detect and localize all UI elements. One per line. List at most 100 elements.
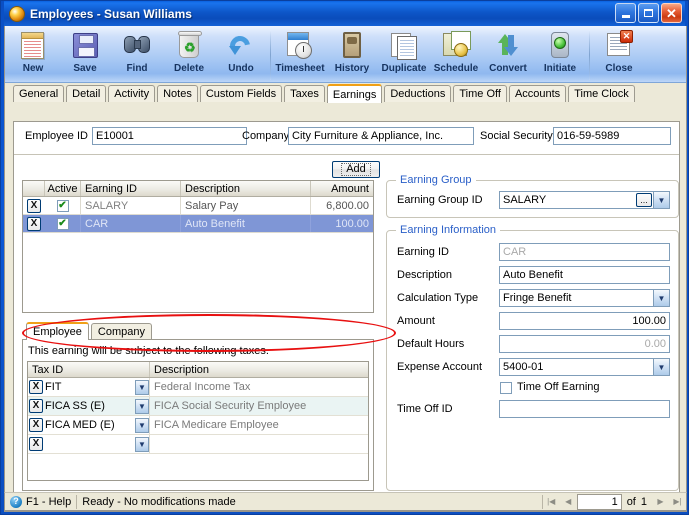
description-input[interactable]: Auto Benefit [499,266,670,284]
traffic-light-icon [544,31,576,61]
chevron-down-icon[interactable]: ▼ [135,417,149,433]
employee-id-input[interactable]: E10001 [92,127,247,145]
tab-notes[interactable]: Notes [157,85,198,102]
tab-time-off[interactable]: Time Off [453,85,507,102]
default-hours-label: Default Hours [397,338,465,350]
lookup-button[interactable]: ... [636,193,652,207]
tab-time-clock[interactable]: Time Clock [568,85,635,102]
delete-row-button[interactable]: X [27,198,41,213]
client-area: New Save Find ♻ Delete Undo Timesheet Hi… [4,26,687,512]
table-row[interactable]: X FICA MED (E) ▼ FICA Medicare Employee [28,416,368,435]
close-document-icon: ✕ [603,30,635,61]
last-record-button[interactable]: ▶| [669,494,686,510]
maximize-button[interactable] [638,3,659,23]
social-security-input[interactable]: 016-59-5989 [553,127,671,145]
tab-earnings[interactable]: Earnings [326,84,383,103]
table-row[interactable]: X FICA SS (E) ▼ FICA Social Security Emp… [28,397,368,416]
tab-company[interactable]: Company [90,323,152,339]
toolbar-button-history[interactable]: History [326,28,378,82]
toolbar-button-schedule[interactable]: Schedule [430,28,482,82]
row-earning-id: CAR [81,215,181,232]
first-record-button[interactable]: |◀ [543,494,560,510]
toolbar-button-timesheet[interactable]: Timesheet [274,28,326,82]
delete-tax-button[interactable]: X [29,380,43,394]
time-off-earning-checkbox[interactable] [500,382,512,394]
toolbar-button-delete[interactable]: ♻ Delete [163,28,215,82]
earnings-grid[interactable]: Active Earning ID Description Amount X ✔… [22,180,374,313]
chevron-down-icon[interactable]: ▼ [653,290,669,306]
calculation-type-combo[interactable]: Fringe Benefit ▼ [499,289,670,307]
tax-tab-strip: Employee Company [22,321,374,340]
floppy-disk-icon [69,31,101,61]
new-document-icon [17,31,49,61]
tab-detail[interactable]: Detail [66,85,107,102]
tab-employee[interactable]: Employee [26,322,89,340]
chevron-down-icon[interactable]: ▼ [653,192,669,208]
active-checkbox[interactable]: ✔ [56,199,69,212]
tax-id-cell: X FICA MED (E) ▼ [28,416,150,434]
help-icon: ? [10,495,22,508]
row-description: Auto Benefit [181,215,311,232]
table-row[interactable]: X ✔ CAR Auto Benefit 100.00 [23,215,373,233]
tax-grid[interactable]: Tax ID Description X FIT ▼ Federal Incom… [27,361,369,481]
earning-group-id-combo[interactable]: SALARY ... ▼ [499,191,670,209]
record-total: 1 [640,495,647,508]
grid-header-delete [23,181,45,196]
toolbar-button-initiate[interactable]: Initiate [534,28,586,82]
tax-description: FICA Medicare Employee [154,419,279,431]
toolbar-button-close[interactable]: ✕ Close [593,28,645,82]
tax-note: This earning will be subject to the foll… [28,345,269,357]
minimize-button[interactable] [615,3,636,23]
tab-custom-fields[interactable]: Custom Fields [199,85,283,102]
table-row[interactable]: X FIT ▼ Federal Income Tax [28,378,368,397]
earning-information-title: Earning Information [396,224,500,236]
tab-taxes[interactable]: Taxes [284,85,325,102]
tab-deductions[interactable]: Deductions [384,85,452,102]
chevron-down-icon[interactable]: ▼ [135,379,149,395]
toolbar-button-undo[interactable]: Undo [215,28,267,82]
tab-activity[interactable]: Activity [108,85,156,102]
social-security-label: Social Security [480,130,553,142]
record-number-input[interactable]: 1 [576,493,622,510]
help-segment[interactable]: ? F1 - Help [5,493,76,510]
next-record-button[interactable]: ▶ [652,494,669,510]
delete-row-button[interactable]: X [27,216,41,231]
toolbar-button-new[interactable]: New [7,28,59,82]
delete-tax-button[interactable]: X [29,418,43,432]
delete-tax-button[interactable]: X [29,437,43,451]
chevron-down-icon[interactable]: ▼ [653,359,669,375]
add-earning-button[interactable]: Add [332,161,380,178]
tab-accounts[interactable]: Accounts [508,85,567,102]
grid-header-active: Active [45,181,81,196]
row-delete-cell: X [23,215,45,232]
previous-record-button[interactable]: ◀ [560,494,577,510]
description-label: Description [397,269,453,281]
amount-input[interactable]: 100.00 [499,312,670,330]
company-input[interactable]: City Furniture & Appliance, Inc. [288,127,474,145]
toolbar-button-duplicate[interactable]: Duplicate [378,28,430,82]
tax-header-description: Description [154,363,210,376]
toolbar-label-convert: Convert [489,63,527,74]
row-amount: 100.00 [335,217,369,230]
close-button[interactable]: ✕ [661,3,682,23]
toolbar-button-find[interactable]: Find [111,28,163,82]
table-row[interactable]: X ▼ [28,435,368,454]
tax-header-tax-id: Tax ID [28,362,150,377]
toolbar-label-timesheet: Timesheet [275,63,325,74]
tab-general[interactable]: General [13,85,65,102]
table-row[interactable]: X ✔ SALARY Salary Pay 6,800.00 [23,197,373,215]
toolbar-label-undo: Undo [228,63,254,74]
time-off-id-input[interactable] [499,400,670,418]
chevron-down-icon[interactable]: ▼ [135,398,149,414]
toolbar-label-history: History [334,63,370,74]
row-active-cell: ✔ [45,215,81,232]
active-checkbox[interactable]: ✔ [56,217,69,230]
chevron-down-icon[interactable]: ▼ [135,436,149,452]
toolbar-button-save[interactable]: Save [59,28,111,82]
expense-account-combo[interactable]: 5400-01 ▼ [499,358,670,376]
toolbar-separator-2 [589,30,590,80]
delete-tax-button[interactable]: X [29,399,43,413]
record-of-label: of [626,495,636,508]
toolbar-button-convert[interactable]: Convert [482,28,534,82]
grid-header-earning-id: Earning ID [81,181,181,196]
